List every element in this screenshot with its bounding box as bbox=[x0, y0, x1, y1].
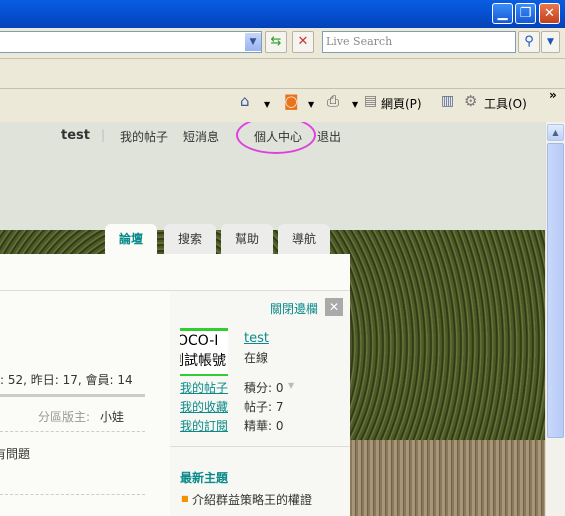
nav-logout[interactable]: 退出 bbox=[317, 128, 341, 145]
address-bar[interactable] bbox=[0, 31, 262, 53]
divider bbox=[0, 431, 145, 432]
divider bbox=[170, 446, 350, 447]
latest-topics-title: 最新主題 bbox=[180, 471, 229, 485]
latest-topic-item[interactable]: 介紹群益策略王的權證 bbox=[192, 491, 312, 508]
digest-count: 精華: 0 bbox=[244, 419, 284, 433]
chevron-down-icon[interactable]: ▼ bbox=[264, 100, 270, 109]
tab-help[interactable]: 幫助 bbox=[221, 224, 273, 256]
search-options-icon[interactable]: ▼ bbox=[541, 31, 560, 53]
divider bbox=[0, 394, 145, 397]
scroll-thumb[interactable] bbox=[547, 143, 564, 438]
more-icon[interactable]: » bbox=[549, 88, 557, 102]
username[interactable]: test bbox=[61, 128, 90, 143]
title-bar bbox=[0, 0, 565, 28]
nav-my-posts[interactable]: 我的帖子 bbox=[120, 128, 168, 145]
close-sidebar-link[interactable]: 關閉邊欄 bbox=[270, 300, 318, 317]
research-icon[interactable]: ▥ bbox=[441, 93, 454, 109]
nav-separator: | bbox=[101, 128, 106, 142]
refresh-button[interactable]: ⇆ bbox=[265, 31, 287, 53]
page-icon[interactable]: ▤ bbox=[364, 93, 377, 109]
ground-background bbox=[350, 440, 545, 516]
avatar[interactable]: OCO-I 測試帳號 bbox=[180, 328, 228, 376]
divider bbox=[0, 88, 565, 89]
moderator-label: 分區版主: bbox=[38, 410, 91, 424]
tab-forum[interactable]: 論壇 bbox=[105, 224, 157, 256]
stop-button[interactable]: ✕ bbox=[292, 31, 314, 53]
tab-nav[interactable]: 導航 bbox=[278, 224, 330, 256]
nav-profile-center[interactable]: 個人中心 bbox=[254, 128, 302, 145]
address-dropdown-icon[interactable]: ▼ bbox=[245, 33, 261, 51]
search-input[interactable]: Live Search bbox=[322, 31, 516, 53]
nav-messages[interactable]: 短消息 bbox=[183, 128, 219, 145]
sidebar-my-favorites[interactable]: 我的收藏 bbox=[180, 398, 228, 415]
page-menu[interactable]: 網頁(P) bbox=[381, 95, 422, 112]
close-icon[interactable]: ✕ bbox=[325, 298, 343, 316]
home-icon[interactable]: ⌂ bbox=[240, 92, 250, 110]
print-icon[interactable]: ⎙ bbox=[327, 92, 339, 110]
post-count: 帖子: 7 bbox=[244, 400, 284, 414]
tools-menu[interactable]: 工具(O) bbox=[484, 95, 527, 112]
gear-icon[interactable]: ⚙ bbox=[464, 92, 477, 110]
sidebar-my-posts[interactable]: 我的帖子 bbox=[180, 379, 228, 396]
tab-search[interactable]: 搜索 bbox=[164, 224, 216, 256]
bullet-icon: ■ bbox=[181, 494, 189, 503]
web-page: test | 我的帖子 短消息 個人中心 退出 論壇 搜索 幫助 導航 : 52… bbox=[0, 122, 545, 516]
vertical-scrollbar[interactable]: ▲ bbox=[545, 122, 565, 516]
chevron-down-icon[interactable]: ▼ bbox=[352, 100, 358, 109]
moderator-name[interactable]: 小娃 bbox=[100, 408, 124, 425]
restore-button[interactable]: ❐ bbox=[515, 3, 536, 24]
profile-username[interactable]: test bbox=[244, 331, 269, 346]
content-panel: : 52, 昨日: 17, 會員: 14 分區版主: 小娃 有問題 關閉邊欄 ✕… bbox=[0, 254, 350, 516]
credits: 積分: 0 bbox=[244, 381, 284, 395]
avatar-text: OCO-I bbox=[180, 333, 219, 349]
minimize-button[interactable]: ▁ bbox=[492, 3, 513, 24]
feed-icon[interactable]: ◙ bbox=[284, 92, 299, 110]
scroll-up-button[interactable]: ▲ bbox=[547, 124, 564, 141]
forum-stats: : 52, 昨日: 17, 會員: 14 bbox=[0, 373, 133, 387]
sidebar-my-subscriptions[interactable]: 我的訂閱 bbox=[180, 417, 228, 434]
divider bbox=[0, 58, 565, 59]
sidebar: 關閉邊欄 ✕ OCO-I 測試帳號 test 在線 我的帖子 我的收藏 我的訂閱… bbox=[170, 291, 350, 516]
thread-title[interactable]: 有問題 bbox=[0, 445, 30, 462]
divider bbox=[0, 494, 145, 495]
chevron-down-icon[interactable]: ▼ bbox=[308, 100, 314, 109]
search-icon[interactable]: ⚲ bbox=[518, 31, 540, 53]
chevron-down-icon[interactable]: ▼ bbox=[288, 381, 294, 390]
avatar-text: 測試帳號 bbox=[180, 353, 226, 369]
online-status: 在線 bbox=[244, 351, 269, 365]
close-window-button[interactable]: ✕ bbox=[539, 3, 560, 24]
